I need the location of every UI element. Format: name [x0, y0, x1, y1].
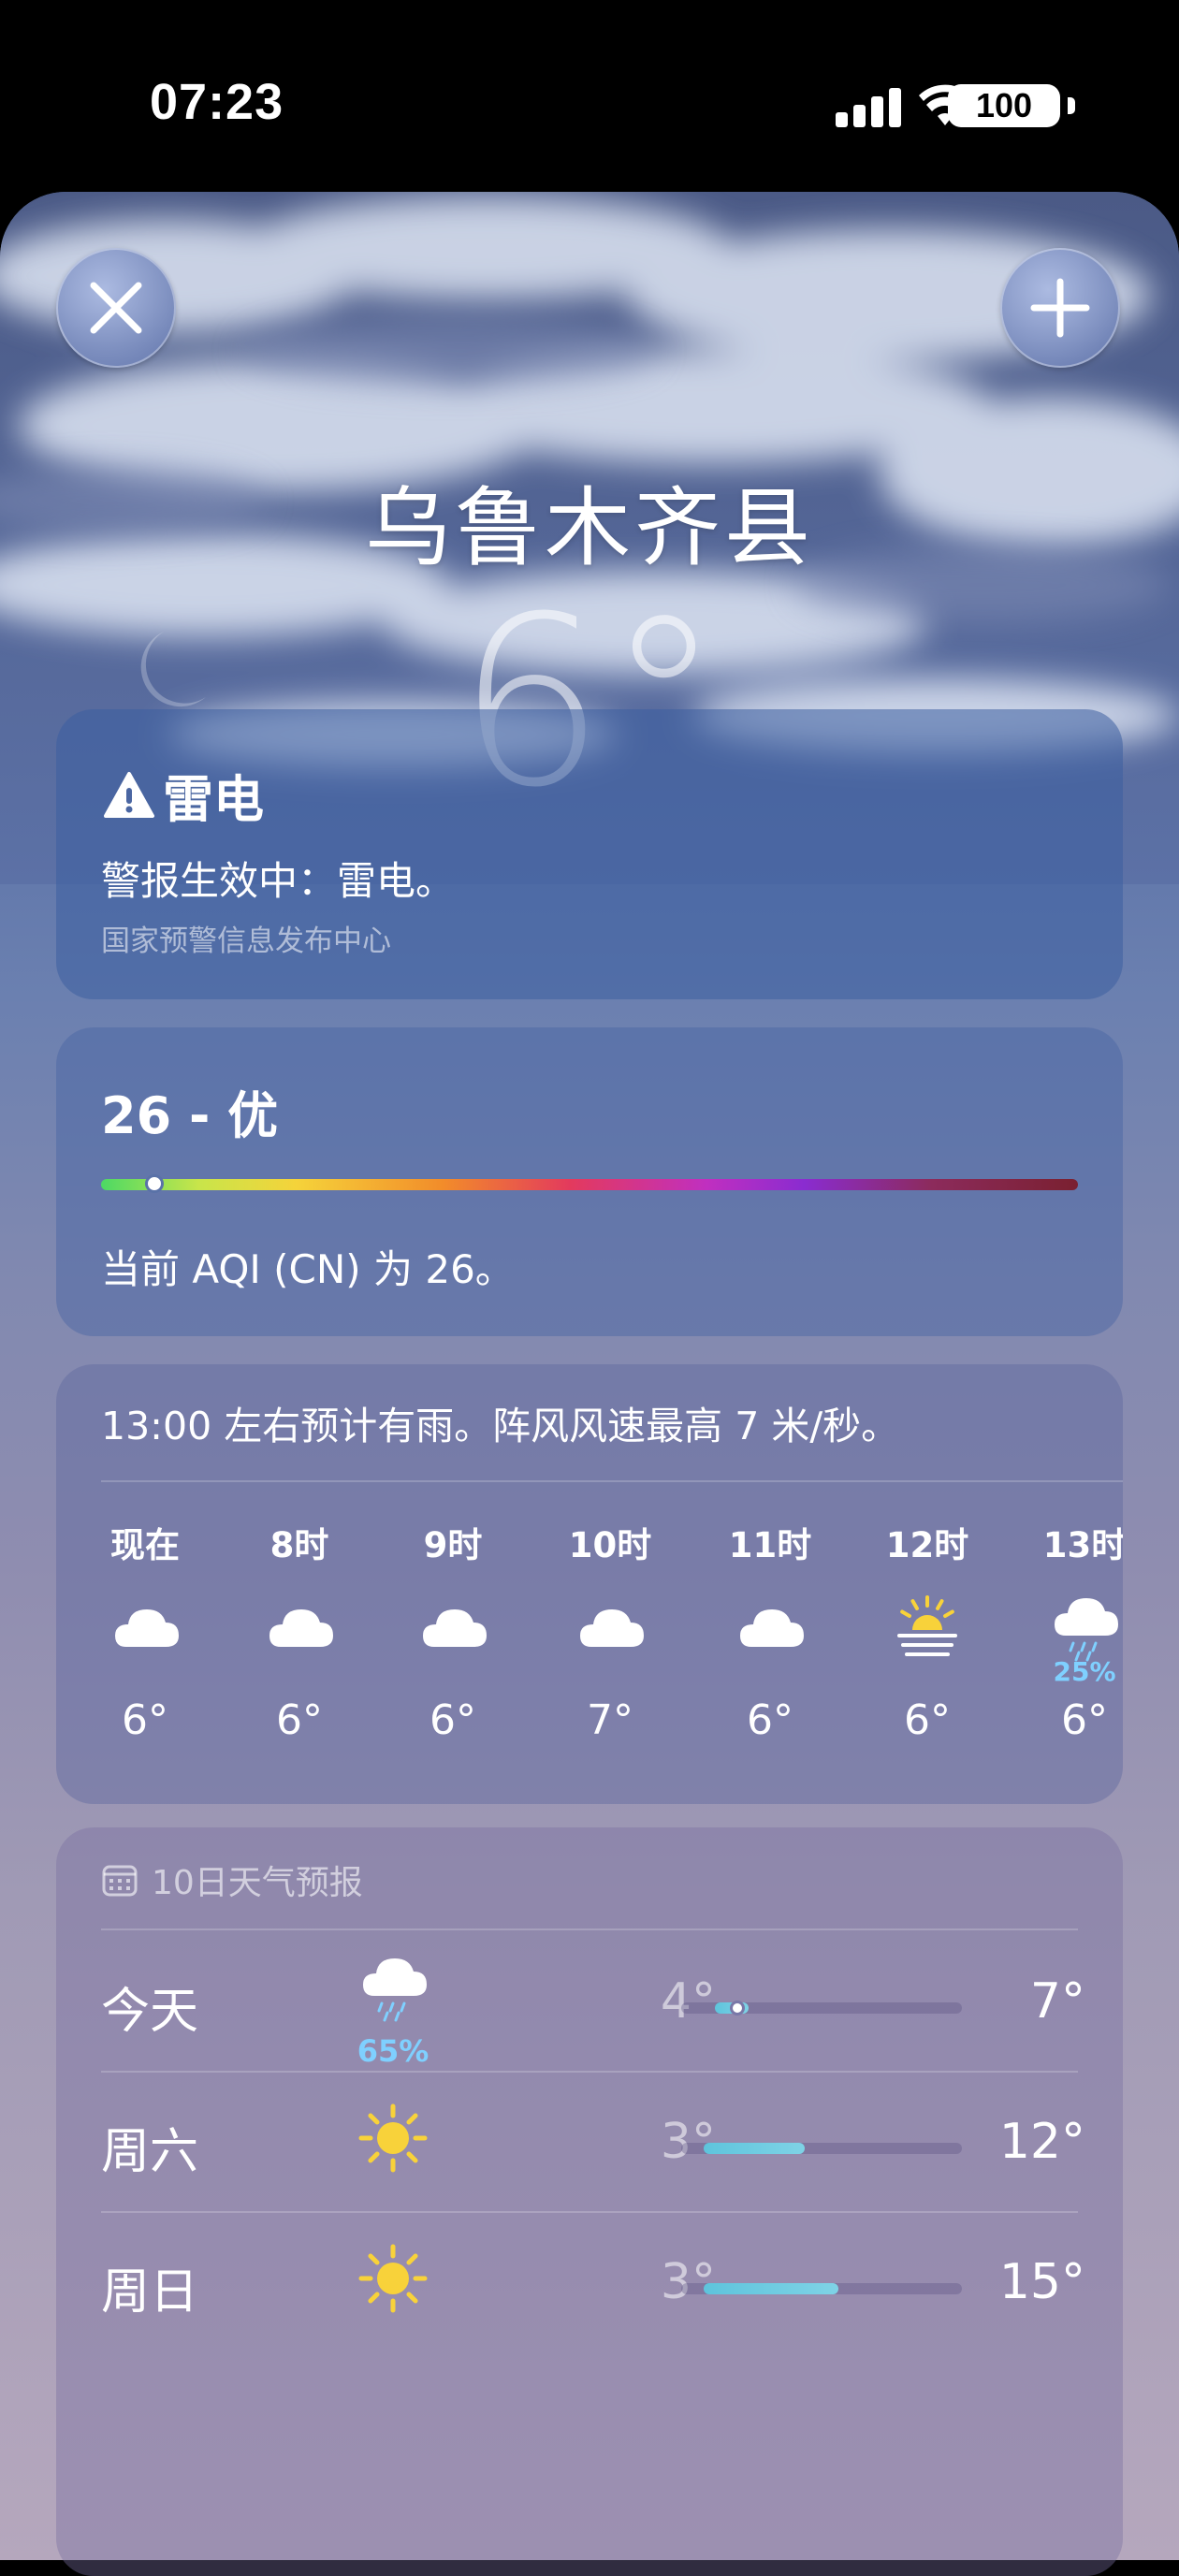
day-name: 周六 — [101, 2124, 199, 2180]
rain-cloud-icon — [356, 1949, 430, 2024]
weather-alert-card[interactable]: 雷电 警报生效中：雷电。 国家预警信息发布中心 — [56, 709, 1123, 999]
high-temperature: 15° — [998, 2254, 1085, 2310]
hour-label: 10时 — [568, 1525, 652, 1565]
sunrise-icon — [890, 1589, 965, 1664]
temperature-range-track — [681, 2283, 962, 2294]
alert-source: 国家预警信息发布中心 — [101, 924, 391, 958]
hour-temperature: 6° — [904, 1696, 951, 1744]
hour-temperature: 6° — [276, 1696, 323, 1744]
plus-icon — [1030, 278, 1090, 338]
high-temperature: 7° — [1029, 1973, 1085, 2030]
temperature-range-track — [681, 2143, 962, 2154]
hourly-divider — [101, 1480, 1123, 1482]
close-button[interactable] — [56, 248, 176, 368]
add-location-button[interactable] — [1000, 248, 1120, 368]
high-temperature: 12° — [998, 2114, 1085, 2170]
cellular-signal-icon — [836, 86, 901, 127]
hour-label: 现在 — [110, 1525, 180, 1565]
current-temp-dot — [730, 2001, 745, 2016]
cloud-icon — [108, 1589, 182, 1664]
hour-label: 8时 — [269, 1525, 329, 1565]
cloud-icon — [262, 1589, 337, 1664]
aqi-value: 26 - 优 — [101, 1086, 279, 1145]
alert-title: 雷电 — [163, 770, 264, 829]
aqi-description: 当前 AQI (CN) 为 26。 — [101, 1246, 515, 1292]
daily-forecast-title: 10日天气预报 — [152, 1864, 363, 1902]
city-name: 乌鲁木齐县 — [364, 478, 814, 578]
aqi-indicator-dot — [145, 1174, 165, 1193]
precip-chance: 65% — [357, 2033, 429, 2069]
daily-row[interactable]: 今天 65% 4° 7° — [56, 1932, 1123, 2073]
hour-temperature: 6° — [747, 1696, 793, 1744]
hourly-summary: 13:00 左右预计有雨。阵风风速最高 7 米/秒。 — [101, 1404, 900, 1448]
hourly-forecast-card[interactable]: 13:00 左右预计有雨。阵风风速最高 7 米/秒。 现在 6° 8时 6° 9时 6° 1… — [56, 1364, 1123, 1804]
sun-icon — [356, 2101, 430, 2176]
battery-level: 100 — [975, 86, 1033, 124]
hour-temperature: 6° — [429, 1696, 476, 1744]
cloud-icon — [415, 1589, 490, 1664]
aqi-scale-bar — [101, 1179, 1078, 1190]
hour-temperature: 6° — [1061, 1696, 1108, 1744]
hour-label: 12时 — [885, 1525, 969, 1565]
low-temperature: 3° — [660, 2254, 716, 2310]
hour-label: 13时 — [1042, 1525, 1123, 1565]
daily-forecast-header: 10日天气预报 — [101, 1856, 363, 1904]
hour-label: 11时 — [728, 1525, 812, 1565]
temperature-range-track — [681, 2001, 962, 2016]
hour-temperature: 6° — [122, 1696, 168, 1744]
calendar-icon — [102, 1865, 138, 1897]
cloud-icon — [573, 1589, 648, 1664]
day-name: 今天 — [101, 1984, 199, 2040]
low-temperature: 4° — [660, 1973, 716, 2030]
alert-body: 警报生效中：雷电。 — [101, 858, 456, 904]
status-bar: 07:23 100 — [0, 0, 1179, 187]
daily-forecast-card[interactable]: 10日天气预报 今天 65% 4° 7° 周六 3° 12° 周日 3° 15° — [56, 1827, 1123, 2576]
cloud-icon — [733, 1589, 808, 1664]
daily-divider — [101, 1928, 1078, 1930]
precip-chance: 25% — [1053, 1656, 1116, 1687]
warning-icon — [104, 771, 154, 818]
temperature-range-fill — [704, 2143, 805, 2154]
battery-icon: 100 — [948, 84, 1075, 127]
temperature-range-fill — [704, 2283, 838, 2294]
daily-row[interactable]: 周日 3° 15° — [56, 2213, 1123, 2353]
daily-row[interactable]: 周六 3° 12° — [56, 2073, 1123, 2213]
hour-temperature: 7° — [587, 1696, 633, 1744]
low-temperature: 3° — [660, 2114, 716, 2170]
hour-label: 9时 — [423, 1525, 483, 1565]
alert-title-row: 雷电 — [103, 758, 264, 832]
rain-cloud-icon — [1047, 1589, 1122, 1664]
air-quality-card[interactable]: 26 - 优 当前 AQI (CN) 为 26。 — [56, 1027, 1123, 1336]
close-icon — [90, 282, 142, 334]
sun-icon — [356, 2241, 430, 2316]
day-name: 周日 — [101, 2264, 199, 2321]
status-time: 07:23 — [150, 74, 284, 130]
